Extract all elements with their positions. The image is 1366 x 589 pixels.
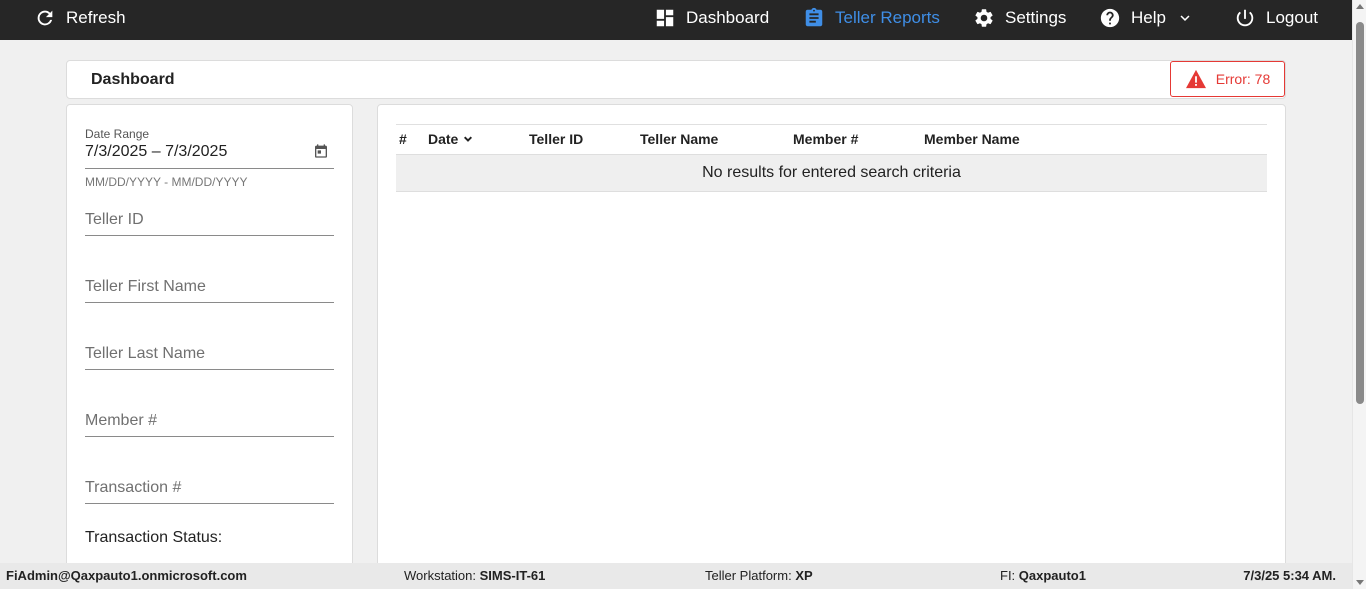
- column-header-teller-id[interactable]: Teller ID: [529, 131, 583, 147]
- vertical-scrollbar[interactable]: [1352, 0, 1366, 589]
- scroll-up-arrow-icon[interactable]: [1356, 4, 1364, 9]
- date-range-input[interactable]: 7/3/2025 – 7/3/2025: [85, 143, 227, 161]
- empty-results-message: No results for entered search criteria: [396, 154, 1267, 192]
- teller-last-name-field: [85, 340, 334, 370]
- help-circle-icon: [1100, 8, 1120, 28]
- nav-help[interactable]: Help: [1099, 0, 1194, 36]
- scrollbar-thumb[interactable]: [1356, 22, 1364, 404]
- page-title: Dashboard: [91, 71, 175, 88]
- logout-label: Logout: [1266, 8, 1318, 27]
- status-user: FiAdmin@Qaxpauto1.onmicrosoft.com: [6, 568, 247, 583]
- results-panel: # Date Teller ID Teller Name Member # Me…: [377, 104, 1286, 574]
- column-header-number[interactable]: #: [399, 131, 407, 147]
- teller-id-field: [85, 206, 334, 236]
- transaction-number-field: [85, 474, 334, 504]
- column-header-date-label: Date: [428, 131, 459, 147]
- power-icon: [1236, 9, 1254, 27]
- teller-first-name-field: [85, 273, 334, 303]
- chevron-down-icon: [1180, 15, 1190, 21]
- calendar-icon[interactable]: [313, 143, 329, 159]
- status-user-value: FiAdmin@Qaxpauto1.onmicrosoft.com: [6, 568, 247, 583]
- status-datetime: 7/3/25 5:34 AM.: [1243, 568, 1336, 583]
- logout-button[interactable]: Logout: [1234, 0, 1318, 36]
- nav-dashboard-label: Dashboard: [686, 8, 770, 27]
- status-platform: Teller Platform: XP: [705, 568, 813, 583]
- table-header: # Date Teller ID Teller Name Member # Me…: [396, 124, 1267, 154]
- status-fi-label: FI:: [1000, 568, 1016, 583]
- teller-id-input[interactable]: [85, 206, 334, 234]
- status-bar: FiAdmin@Qaxpauto1.onmicrosoft.com Workst…: [0, 563, 1352, 589]
- filter-panel: Date Range 7/3/2025 – 7/3/2025 MM/DD/YYY…: [66, 104, 353, 574]
- member-number-input[interactable]: [85, 407, 334, 435]
- column-header-date[interactable]: Date: [428, 131, 475, 147]
- warning-icon: [1185, 69, 1206, 89]
- refresh-button[interactable]: Refresh: [34, 0, 126, 36]
- page-header-card: Dashboard Error: 78: [66, 60, 1286, 99]
- transaction-status-label: Transaction Status:: [85, 529, 223, 546]
- scroll-down-arrow-icon[interactable]: [1356, 580, 1364, 585]
- error-count-label: Error: 78: [1215, 71, 1271, 87]
- status-fi-value: Qaxpauto1: [1018, 568, 1086, 583]
- status-workstation-value: SIMS-IT-61: [479, 568, 546, 583]
- date-range-underline: [85, 168, 334, 169]
- status-workstation-label: Workstation:: [404, 568, 477, 583]
- teller-last-name-input[interactable]: [85, 340, 334, 368]
- sort-chevron-down-icon: [464, 136, 473, 142]
- status-platform-value: XP: [795, 568, 813, 583]
- nav-help-label: Help: [1131, 8, 1166, 27]
- refresh-label: Refresh: [66, 8, 126, 27]
- nav-teller-reports[interactable]: Teller Reports: [803, 0, 940, 36]
- member-number-field: [85, 407, 334, 437]
- nav-settings[interactable]: Settings: [973, 0, 1066, 36]
- status-fi: FI: Qaxpauto1: [1000, 568, 1086, 583]
- dashboard-icon: [656, 9, 674, 27]
- column-header-teller-name[interactable]: Teller Name: [640, 131, 718, 147]
- status-platform-label: Teller Platform:: [705, 568, 792, 583]
- transaction-number-input[interactable]: [85, 474, 334, 502]
- teller-first-name-input[interactable]: [85, 273, 334, 301]
- nav-teller-reports-label: Teller Reports: [835, 8, 940, 27]
- nav-settings-label: Settings: [1005, 8, 1067, 27]
- refresh-icon: [37, 10, 53, 26]
- top-nav-bar: Refresh Dashboard Teller Reports Setting…: [0, 0, 1366, 40]
- gear-icon: [975, 9, 993, 27]
- status-workstation: Workstation: SIMS-IT-61: [404, 568, 545, 583]
- clipboard-icon: [805, 7, 823, 27]
- status-datetime-value: 7/3/25 5:34 AM.: [1243, 568, 1336, 583]
- date-range-label: Date Range: [85, 127, 150, 141]
- column-header-member-number[interactable]: Member #: [793, 131, 858, 147]
- error-count-button[interactable]: Error: 78: [1170, 61, 1285, 97]
- column-header-member-name[interactable]: Member Name: [924, 131, 1020, 147]
- nav-dashboard[interactable]: Dashboard: [654, 0, 769, 36]
- date-range-hint: MM/DD/YYYY - MM/DD/YYYY: [85, 175, 248, 189]
